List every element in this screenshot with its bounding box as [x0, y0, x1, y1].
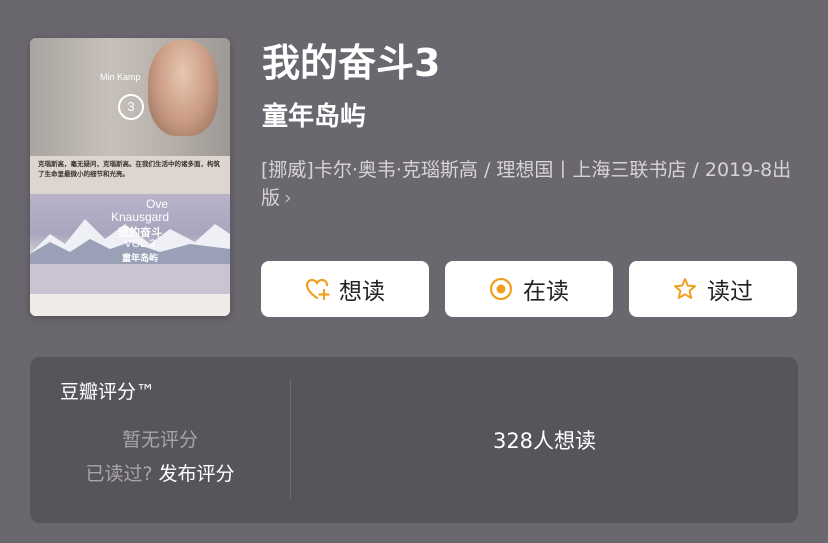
book-subtitle: 童年岛屿 [262, 102, 367, 132]
read-prompt: 已读过? [85, 463, 153, 485]
want-to-read-button[interactable]: 想读 [261, 261, 429, 317]
want-count: 328人想读 [492, 429, 597, 453]
reading-button[interactable]: 在读 [445, 261, 613, 317]
heart-plus-icon [305, 278, 330, 301]
post-rating-link[interactable]: 发布评分 [159, 463, 235, 485]
read-prompt-line: 已读过? 发布评分 [30, 459, 290, 486]
want-to-read-label: 想读 [339, 279, 385, 305]
book-title: 我的奋斗3 [262, 41, 441, 85]
target-circle-icon [489, 277, 513, 301]
cover-series-text: Min Kamp [100, 72, 141, 82]
cover-blurb: 克瑙斯高，毫无疑问，克瑙斯高。在我们生活中的诸多面，构筑了生命里最微小的细节和光… [38, 160, 220, 178]
have-read-button[interactable]: 读过 [629, 261, 797, 317]
have-read-label: 读过 [707, 279, 753, 305]
cover-author-first: Ove [145, 197, 168, 211]
reading-label: 在读 [523, 279, 569, 305]
cover-volume: VOL.3 [124, 238, 156, 250]
no-rating-text: 暂无评分 [121, 429, 198, 451]
star-outline-icon [674, 278, 696, 299]
rating-title: 豆瓣评分™ [60, 381, 156, 403]
rating-panel: 豆瓣评分™ 暂无评分 已读过? 发布评分 328人想读 [30, 357, 798, 523]
cover-volume-number: 3 [118, 94, 144, 120]
cover-author-last: Knausgard [110, 210, 170, 224]
book-cover[interactable]: Min Kamp 3 克瑙斯高，毫无疑问，克瑙斯高。在我们生活中的诸多面，构筑了… [30, 38, 230, 316]
book-meta-link[interactable]: [挪威]卡尔·奥韦·克瑙斯高 / 理想国丨上海三联书店 / 2019-8出版 › [261, 156, 801, 212]
chevron-right-icon: › [284, 187, 292, 209]
cover-subtitle: 童年岛屿 [121, 254, 158, 264]
cover-bottom-strip [30, 294, 230, 316]
book-meta-text: [挪威]卡尔·奥韦·克瑙斯高 / 理想国丨上海三联书店 / 2019-8出版 [261, 159, 792, 209]
